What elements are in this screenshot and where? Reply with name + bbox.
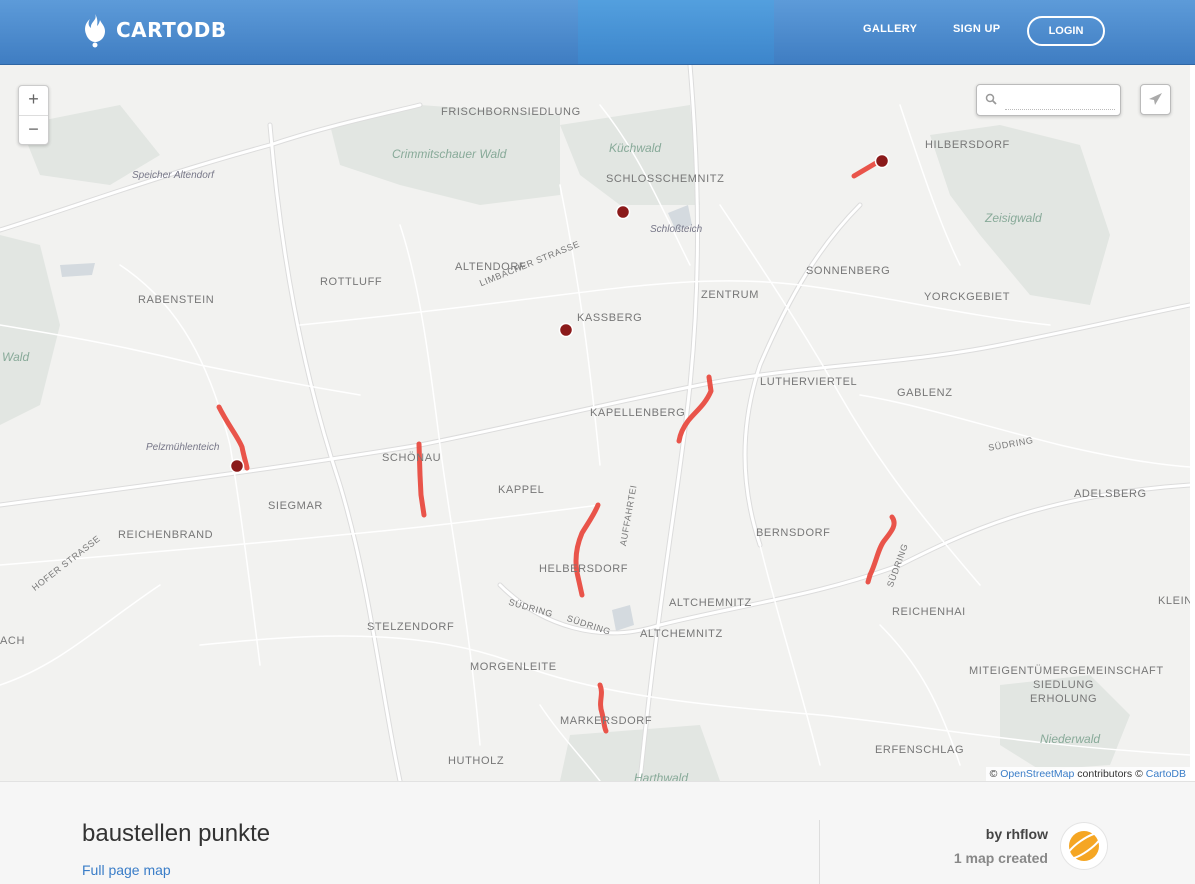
share-button[interactable]: [1140, 84, 1171, 115]
label-kapellenberg: KAPELLENBERG: [590, 407, 686, 419]
label-crimmitschauer-wald: Crimmitschauer Wald: [392, 147, 507, 161]
label-altchemnitz-south: ALTCHEMNITZ: [640, 628, 723, 640]
label-miteigentumergemeinschaft: MITEIGENTÜMERGEMEINSCHAFT: [969, 665, 1164, 677]
label-morgenleite: MORGENLEITE: [470, 661, 557, 673]
gallery-link[interactable]: GALLERY: [863, 23, 917, 35]
avatar[interactable]: [1061, 823, 1107, 869]
top-bar: CARTODB GALLERY SIGN UP LOGIN: [0, 0, 1195, 65]
footer-divider: [819, 820, 820, 884]
label-siedlung: SIEDLUNG: [1033, 679, 1095, 691]
label-stelzendorf: STELZENDORF: [367, 621, 455, 633]
label-erfenschlag: ERFENSCHLAG: [875, 744, 965, 756]
openstreetmap-link[interactable]: OpenStreetMap: [1000, 768, 1074, 780]
cartodb-logo[interactable]: CARTODB: [82, 12, 227, 48]
label-hutholz: HUTHOLZ: [448, 755, 505, 767]
map-info-footer: baustellen punkte Full page map by rhflo…: [0, 781, 1195, 884]
label-helbersdorf: HELBERSDORF: [539, 563, 629, 575]
label-ach: ACH: [0, 635, 26, 647]
search-icon: [985, 93, 997, 105]
label-rottluff: ROTTLUFF: [320, 276, 383, 288]
label-reichenbrand: REICHENBRAND: [118, 529, 214, 541]
paper-plane-icon: [1149, 93, 1162, 105]
label-kappel: KAPPEL: [498, 484, 545, 496]
label-klein: KLEIN: [1158, 595, 1190, 607]
zoom-out-button[interactable]: −: [19, 116, 48, 145]
label-kuchwald: Küchwald: [609, 141, 662, 155]
label-hilbersdorf: HILBERSDORF: [925, 139, 1010, 151]
label-lutherviertel: LUTHERVIERTEL: [760, 376, 858, 388]
label-yorckgebiet: YORCKGEBIET: [924, 291, 1011, 303]
label-markersdorf: MARKERSDORF: [560, 715, 653, 727]
attribution-middle: contributors ©: [1074, 768, 1146, 780]
label-adelsberg: ADELSBERG: [1074, 488, 1147, 500]
map-search: [976, 84, 1121, 116]
label-kassberg: KASSBERG: [577, 312, 643, 324]
maps-created-count: 1 map created: [953, 850, 1048, 866]
label-schlosschemnitz: SCHLOSSCHEMNITZ: [606, 173, 725, 185]
attribution-prefix: ©: [989, 768, 1001, 780]
map-title: baustellen punkte: [82, 820, 271, 847]
search-input[interactable]: [1005, 91, 1115, 110]
label-schlossteich: Schloßteich: [650, 224, 703, 235]
map-canvas[interactable]: FRISCHBORNSIEDLUNG Crimmitschauer Wald K…: [0, 65, 1190, 781]
login-button[interactable]: LOGIN: [1027, 16, 1105, 46]
zoom-control: + −: [18, 85, 49, 145]
header-highlight: [578, 0, 774, 64]
label-gablenz: GABLENZ: [897, 387, 953, 399]
label-wald: Wald: [2, 350, 30, 364]
author-name[interactable]: by rhflow: [986, 826, 1048, 842]
label-rabenstein: RABENSTEIN: [138, 294, 215, 306]
map-attribution: © OpenStreetMap contributors © CartoDB: [985, 767, 1190, 781]
label-schonau: SCHÖNAU: [382, 452, 442, 464]
signup-link[interactable]: SIGN UP: [953, 23, 1000, 35]
label-altchemnitz-north: ALTCHEMNITZ: [669, 597, 752, 609]
label-siegmar: SIEGMAR: [268, 500, 323, 512]
label-bernsdorf: BERNSDORF: [756, 527, 831, 539]
zoom-in-button[interactable]: +: [19, 86, 48, 116]
label-zeisigwald: Zeisigwald: [985, 211, 1042, 225]
page-scrollbar[interactable]: [1190, 65, 1195, 781]
cartodb-link[interactable]: CartoDB: [1146, 768, 1186, 780]
label-niederwald: Niederwald: [1040, 732, 1101, 746]
label-zentrum: ZENTRUM: [701, 289, 759, 301]
flame-icon: [85, 14, 105, 48]
full-page-map-link[interactable]: Full page map: [82, 862, 171, 878]
label-pelzmuhlenteich: Pelzmühlenteich: [146, 442, 220, 453]
label-erholung: ERHOLUNG: [1030, 693, 1098, 705]
label-harthwald: Harthwald: [634, 771, 689, 781]
label-frischbornsiedlung: FRISCHBORNSIEDLUNG: [441, 106, 581, 118]
label-speicher-altendorf: Speicher Altendorf: [132, 170, 214, 181]
planet-icon: [1065, 831, 1103, 861]
brand-name: CARTODB: [116, 18, 227, 42]
label-reichenhai: REICHENHAI: [892, 606, 966, 618]
label-sonnenberg: SONNENBERG: [806, 265, 891, 277]
